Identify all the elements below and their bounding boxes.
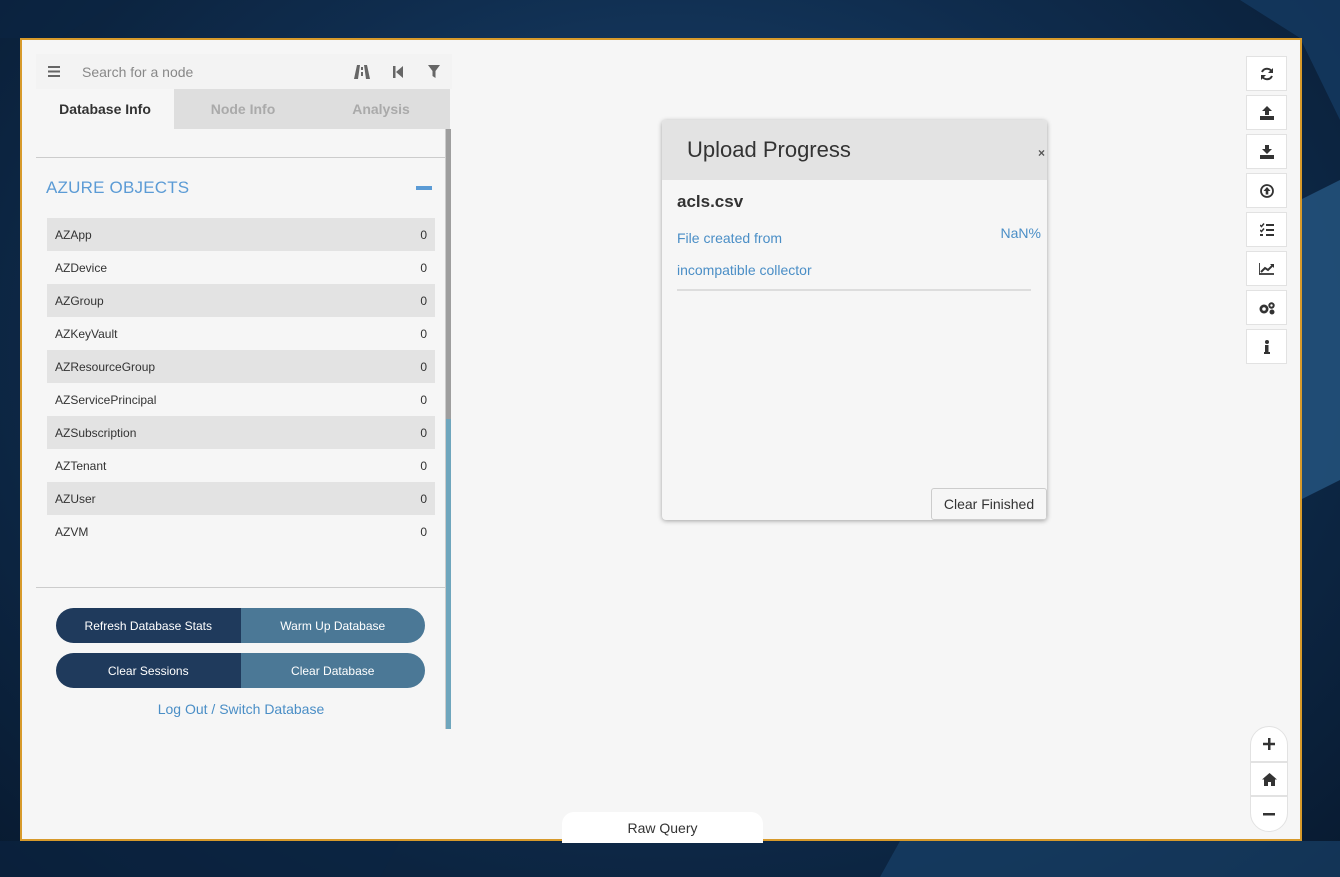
table-row: AZServicePrincipal 0 bbox=[47, 383, 435, 416]
row-label: AZVM bbox=[55, 524, 89, 539]
db-actions-row-1: Refresh Database Stats Warm Up Database bbox=[56, 608, 425, 643]
upload-circle-icon[interactable] bbox=[1246, 173, 1287, 208]
upload-progress-modal: Upload Progress × acls.csv File created … bbox=[662, 120, 1047, 520]
refresh-icon[interactable] bbox=[1246, 56, 1287, 91]
row-count: 0 bbox=[420, 425, 427, 440]
row-count: 0 bbox=[420, 359, 427, 374]
database-info-panel: AZURE OBJECTS AZApp 0 AZDevice 0 AZGroup 0 … bbox=[36, 129, 451, 729]
modal-body: acls.csv File created from incompatible … bbox=[662, 180, 1047, 303]
divider bbox=[36, 157, 446, 158]
raw-query-button[interactable]: Raw Query bbox=[562, 812, 763, 843]
modal-header: Upload Progress × bbox=[662, 120, 1047, 180]
table-row: AZDevice 0 bbox=[47, 251, 435, 284]
row-count: 0 bbox=[420, 326, 427, 341]
row-label: AZApp bbox=[55, 227, 92, 242]
file-status: File created from incompatible collector… bbox=[677, 222, 1041, 286]
status-percent: NaN% bbox=[1000, 225, 1041, 241]
table-row: AZKeyVault 0 bbox=[47, 317, 435, 350]
clear-sessions-button[interactable]: Clear Sessions bbox=[56, 653, 241, 688]
row-label: AZServicePrincipal bbox=[55, 392, 157, 407]
search-input[interactable] bbox=[72, 54, 344, 89]
row-count: 0 bbox=[420, 293, 427, 308]
table-row: AZApp 0 bbox=[47, 218, 435, 251]
zoom-in-icon[interactable] bbox=[1250, 726, 1288, 762]
back-icon[interactable] bbox=[380, 54, 416, 89]
pathfinding-icon[interactable] bbox=[344, 54, 380, 89]
home-icon[interactable] bbox=[1250, 762, 1288, 796]
row-label: AZSubscription bbox=[55, 425, 137, 440]
row-count: 0 bbox=[420, 458, 427, 473]
db-actions-row-2: Clear Sessions Clear Database bbox=[56, 653, 425, 688]
scrollbar[interactable] bbox=[446, 129, 451, 729]
table-row: AZTenant 0 bbox=[47, 449, 435, 482]
azure-objects-table: AZApp 0 AZDevice 0 AZGroup 0 AZKeyVault 0 AZ… bbox=[47, 218, 435, 548]
table-row: AZVM 0 bbox=[47, 515, 435, 548]
row-count: 0 bbox=[420, 392, 427, 407]
row-count: 0 bbox=[420, 524, 427, 539]
table-row: AZGroup 0 bbox=[47, 284, 435, 317]
sidebar-tabs: Database Info Node Info Analysis bbox=[36, 89, 450, 129]
filter-icon[interactable] bbox=[416, 54, 452, 89]
section-title: AZURE OBJECTS bbox=[46, 178, 190, 197]
divider bbox=[36, 587, 446, 588]
row-count: 0 bbox=[420, 227, 427, 242]
chart-icon[interactable] bbox=[1246, 251, 1287, 286]
row-label: AZKeyVault bbox=[55, 326, 118, 341]
status-text: File created from incompatible collector bbox=[677, 230, 812, 278]
row-label: AZDevice bbox=[55, 260, 108, 275]
zoom-controls bbox=[1250, 726, 1288, 832]
refresh-stats-button[interactable]: Refresh Database Stats bbox=[56, 608, 241, 643]
settings-icon[interactable] bbox=[1246, 290, 1287, 325]
download-icon[interactable] bbox=[1246, 134, 1287, 169]
row-label: AZUser bbox=[55, 491, 96, 506]
info-icon[interactable] bbox=[1246, 329, 1287, 364]
azure-objects-header[interactable]: AZURE OBJECTS bbox=[46, 177, 432, 199]
clear-finished-button[interactable]: Clear Finished bbox=[931, 488, 1047, 520]
tab-node-info[interactable]: Node Info bbox=[174, 89, 312, 129]
close-icon[interactable]: × bbox=[1038, 146, 1045, 160]
row-label: AZGroup bbox=[55, 293, 104, 308]
file-name: acls.csv bbox=[677, 192, 744, 211]
warm-up-button[interactable]: Warm Up Database bbox=[240, 608, 425, 643]
menu-icon[interactable] bbox=[36, 54, 72, 89]
tab-database-info[interactable]: Database Info bbox=[36, 89, 174, 129]
search-bar bbox=[36, 54, 452, 89]
row-label: AZTenant bbox=[55, 458, 107, 473]
table-row: AZSubscription 0 bbox=[47, 416, 435, 449]
collapse-icon[interactable] bbox=[416, 186, 432, 190]
progress-bar bbox=[677, 289, 1031, 291]
scrollbar-thumb[interactable] bbox=[446, 129, 451, 419]
app-window: Database Info Node Info Analysis AZURE O… bbox=[20, 38, 1302, 843]
row-label: AZResourceGroup bbox=[55, 359, 156, 374]
logout-link[interactable]: Log Out / Switch Database bbox=[36, 701, 446, 717]
table-row: AZResourceGroup 0 bbox=[47, 350, 435, 383]
zoom-out-icon[interactable] bbox=[1250, 796, 1288, 832]
table-row: AZUser 0 bbox=[47, 482, 435, 515]
clear-database-button[interactable]: Clear Database bbox=[240, 653, 425, 688]
row-count: 0 bbox=[420, 491, 427, 506]
tab-analysis[interactable]: Analysis bbox=[312, 89, 450, 129]
right-toolbar bbox=[1246, 56, 1288, 368]
queries-icon[interactable] bbox=[1246, 212, 1287, 247]
modal-title: Upload Progress bbox=[687, 137, 851, 162]
upload-icon[interactable] bbox=[1246, 95, 1287, 130]
row-count: 0 bbox=[420, 260, 427, 275]
